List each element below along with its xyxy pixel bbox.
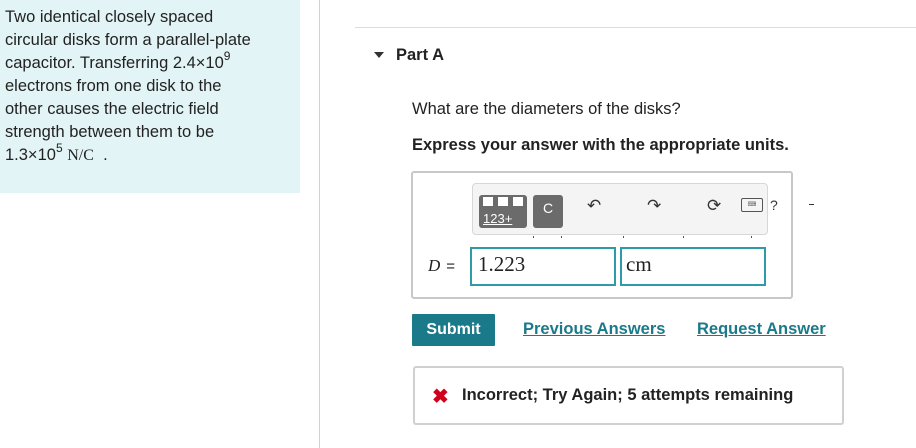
unit-input[interactable]: cm — [620, 247, 766, 286]
period: . — [103, 146, 108, 164]
redo-icon[interactable]: ↷ — [647, 196, 661, 216]
problem-text: capacitor. Transferring 2.4×10 — [5, 54, 224, 72]
variable-label: D = — [428, 256, 455, 276]
problem-text: 1.3×10 — [5, 146, 56, 164]
feedback-message: Incorrect; Try Again; 5 attempts remaini… — [462, 386, 794, 404]
problem-line: Two identical closely spaced — [5, 8, 214, 26]
templates-button[interactable]: 123+ — [479, 195, 527, 228]
problem-line: capacitor. Transferring 2.4×109 — [5, 48, 296, 75]
answer-box: 123+ C ↶ ↷ ⟳ ⌨ ? D = 1.223 cm — [411, 171, 814, 299]
templates-icon — [513, 197, 523, 206]
submit-button[interactable]: Submit — [412, 314, 495, 346]
unit-text: N/C — [67, 147, 94, 164]
exponent: 9 — [223, 48, 231, 63]
vector-icon: C — [543, 200, 554, 216]
reset-icon[interactable]: ⟳ — [707, 196, 721, 216]
x-icon: ✖ — [432, 386, 449, 408]
part-divider — [355, 27, 916, 28]
help-icon[interactable]: ? — [770, 197, 778, 213]
request-answer-link[interactable]: Request Answer — [697, 320, 826, 339]
toolbar-dash — [809, 204, 814, 205]
part-title: Part A — [396, 46, 444, 64]
toolbar-dot — [533, 236, 534, 238]
toolbar-dot — [751, 236, 752, 238]
templates-icon — [498, 197, 508, 206]
math-toolbar: 123+ C ↶ ↷ ⟳ ⌨ ? — [472, 183, 814, 238]
value-input[interactable]: 1.223 — [470, 247, 616, 286]
templates-label: 123+ — [483, 211, 513, 226]
feedback-box: ✖ Incorrect; Try Again; 5 attempts remai… — [413, 366, 844, 425]
toolbar-dot — [561, 236, 562, 238]
part-a-toggle[interactable]: Part A — [374, 46, 444, 65]
problem-line: strength between them to be — [5, 123, 215, 141]
problem-line: electrons from one disk to the — [5, 77, 222, 95]
caret-down-icon — [374, 51, 384, 58]
problem-line: other causes the electric field — [5, 100, 219, 118]
column-divider — [319, 0, 320, 448]
undo-icon[interactable]: ↶ — [587, 196, 601, 216]
problem-statement: Two identical closely spaced circular di… — [0, 0, 300, 193]
question-text: What are the diameters of the disks? — [412, 100, 681, 118]
vector-button[interactable]: C — [533, 195, 563, 228]
instruction-text: Express your answer with the appropriate… — [412, 136, 789, 154]
variable-name: D — [428, 256, 441, 275]
problem-line: 1.3×105 N/C . — [5, 140, 296, 167]
templates-icon — [483, 197, 493, 206]
equals-sign: = — [446, 258, 456, 275]
toolbar-dot — [683, 236, 684, 238]
problem-line: circular disks form a parallel-plate — [5, 31, 251, 49]
exponent: 5 — [55, 140, 63, 155]
toolbar-dot — [623, 236, 624, 238]
keyboard-icon[interactable]: ⌨ — [741, 198, 763, 212]
previous-answers-link[interactable]: Previous Answers — [523, 320, 665, 339]
